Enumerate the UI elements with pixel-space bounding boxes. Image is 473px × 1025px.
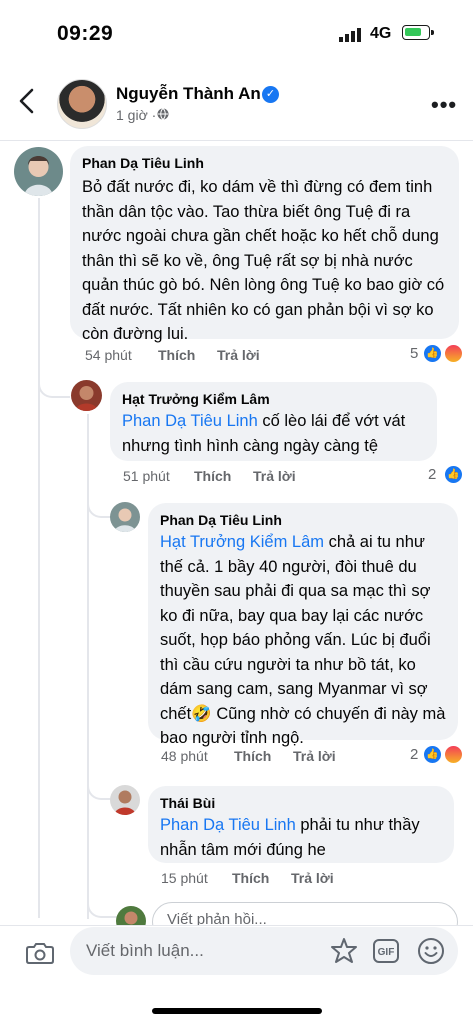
reaction-count[interactable]: 5 <box>410 345 418 362</box>
reaction-count[interactable]: 2 <box>410 746 418 763</box>
network-label: 4G <box>370 25 392 42</box>
reply-bubble: Phan Dạ Tiêu Linh Hạt Trưởng Kiểm Lâm ch… <box>148 503 458 747</box>
reply-text: Phan Dạ Tiêu Linh phải tu như thầy nhẫn … <box>160 816 420 859</box>
header-divider <box>0 140 473 141</box>
like-button[interactable]: Thích <box>232 870 269 886</box>
angry-reaction-icon <box>444 344 463 363</box>
mention-link[interactable]: Phan Dạ Tiêu Linh <box>122 412 258 430</box>
back-icon[interactable] <box>16 86 40 116</box>
comment-time[interactable]: 48 phút <box>161 748 208 764</box>
reply-button[interactable]: Trả lời <box>217 347 260 363</box>
sticker-icon[interactable] <box>330 937 358 965</box>
commenter-avatar[interactable] <box>14 147 63 196</box>
comment-text: Bỏ đất nước đi, ko dám về thì đừng có đe… <box>82 178 445 343</box>
mention-link[interactable]: Hạt Trưởng Kiểm Lâm <box>160 533 324 551</box>
home-indicator[interactable] <box>152 1008 322 1014</box>
verified-icon: ✓ <box>262 86 279 103</box>
reply-button[interactable]: Trả lời <box>293 748 336 764</box>
reply-button[interactable]: Trả lời <box>253 468 296 484</box>
globe-icon <box>157 108 169 120</box>
battery-icon <box>402 25 434 40</box>
status-time: 09:29 <box>57 22 114 45</box>
commenter-avatar[interactable] <box>71 380 102 411</box>
commenter-avatar[interactable] <box>110 785 140 815</box>
reply-text: Phan Dạ Tiêu Linh cố lèo lái để vớt vát … <box>122 412 406 455</box>
author-avatar[interactable] <box>57 79 107 129</box>
emoji-icon[interactable] <box>417 937 445 965</box>
like-button[interactable]: Thích <box>234 748 271 764</box>
mention-link[interactable]: Phan Dạ Tiêu Linh <box>160 816 296 834</box>
thread-connector <box>38 368 70 398</box>
like-button[interactable]: Thích <box>194 468 231 484</box>
like-reaction-icon: 👍 <box>423 344 442 363</box>
comment-bubble: Phan Dạ Tiêu Linh Bỏ đất nước đi, ko dám… <box>70 146 459 343</box>
comment-time[interactable]: 15 phút <box>161 870 208 886</box>
reply-button[interactable]: Trả lời <box>291 870 334 886</box>
comment-author[interactable]: Phan Dạ Tiêu Linh <box>82 155 447 171</box>
comment-time[interactable]: 54 phút <box>85 347 132 363</box>
author-name[interactable]: Nguyễn Thành An <box>116 84 261 104</box>
angry-reaction-icon <box>444 745 463 764</box>
reaction-count[interactable]: 2 <box>428 466 436 483</box>
camera-icon[interactable] <box>26 942 54 964</box>
comment-time[interactable]: 51 phút <box>123 468 170 484</box>
like-button[interactable]: Thích <box>158 347 195 363</box>
reply-author[interactable]: Thái Bùi <box>160 795 442 811</box>
post-time[interactable]: 1 giờ · <box>116 107 156 123</box>
comment-input[interactable]: Viết bình luận... <box>70 927 458 975</box>
signal-icon <box>339 28 361 42</box>
thread-line <box>38 198 40 918</box>
like-reaction-icon: 👍 <box>423 745 442 764</box>
commenter-avatar[interactable] <box>110 502 140 532</box>
like-reaction-icon: 👍 <box>444 465 463 484</box>
more-icon[interactable]: ••• <box>431 92 457 118</box>
reply-author[interactable]: Hạt Trưởng Kiểm Lâm <box>122 391 425 407</box>
thread-connector <box>87 888 117 918</box>
reply-bubble: Hạt Trưởng Kiểm Lâm Phan Dạ Tiêu Linh cố… <box>110 382 437 461</box>
reply-bubble: Thái Bùi Phan Dạ Tiêu Linh phải tu như t… <box>148 786 454 863</box>
reply-author[interactable]: Phan Dạ Tiêu Linh <box>160 512 446 528</box>
reply-text: Hạt Trưởng Kiểm Lâm chả ai tu như thế cả… <box>160 533 446 747</box>
gif-icon[interactable]: GIF <box>373 939 399 963</box>
